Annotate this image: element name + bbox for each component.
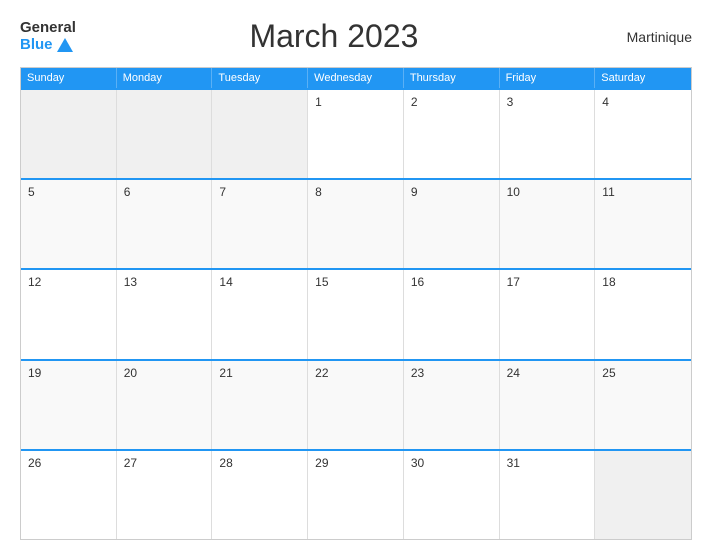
day-cell: 19	[21, 361, 117, 449]
location-label: Martinique	[592, 29, 692, 45]
day-header-saturday: Saturday	[595, 68, 691, 88]
week-row-3: 12 13 14 15 16 17 18	[21, 268, 691, 358]
day-header-friday: Friday	[500, 68, 596, 88]
week-row-1: 1 2 34	[21, 88, 691, 178]
day-number: 24	[507, 366, 588, 380]
day-cell	[21, 90, 117, 178]
day-number: 28	[219, 456, 300, 470]
week-row-2: 5 67 8 9 10 11	[21, 178, 691, 268]
day-cell: 1	[308, 90, 404, 178]
day-number: 22	[315, 366, 396, 380]
day-number: 21	[219, 366, 300, 380]
day-cell: 21	[212, 361, 308, 449]
day-number: 31	[507, 456, 588, 470]
calendar-grid: SundayMondayTuesdayWednesdayThursdayFrid…	[20, 67, 692, 540]
day-cell: 3	[500, 90, 596, 178]
day-cell: 9	[404, 180, 500, 268]
day-cell: 26	[21, 451, 117, 539]
day-cell: 11	[595, 180, 691, 268]
day-number: 19	[28, 366, 109, 380]
day-cell: 27	[117, 451, 213, 539]
day-cell: 14	[212, 270, 308, 358]
day-number: 14	[219, 275, 300, 289]
day-header-thursday: Thursday	[404, 68, 500, 88]
day-headers-row: SundayMondayTuesdayWednesdayThursdayFrid…	[21, 68, 691, 88]
day-cell: 12	[21, 270, 117, 358]
day-cell: 7	[212, 180, 308, 268]
day-number: 1	[315, 95, 396, 109]
day-cell: 17	[500, 270, 596, 358]
logo: General Blue	[20, 20, 76, 54]
day-number: 20	[124, 366, 205, 380]
day-cell: 23	[404, 361, 500, 449]
day-number: 17	[507, 275, 588, 289]
day-header-monday: Monday	[117, 68, 213, 88]
day-number: 3	[507, 95, 588, 109]
day-cell: 29	[308, 451, 404, 539]
day-number: 23	[411, 366, 492, 380]
calendar-page: General Blue March 2023 Martinique Sunda…	[0, 0, 712, 550]
day-cell: 4	[595, 90, 691, 178]
day-number: 8	[315, 185, 396, 199]
logo-general-text: General	[20, 20, 76, 37]
day-number: 18	[602, 275, 684, 289]
week-row-5: 26 27 28 29 30 31	[21, 449, 691, 539]
day-cell	[212, 90, 308, 178]
logo-blue-text: Blue	[20, 36, 53, 53]
day-cell: 5	[21, 180, 117, 268]
day-number: 7	[219, 185, 300, 199]
day-number: 16	[411, 275, 492, 289]
day-cell: 15	[308, 270, 404, 358]
day-cell: 24	[500, 361, 596, 449]
week-row-4: 19 20 21 22 23 24 25	[21, 359, 691, 449]
day-number: 4	[602, 95, 684, 109]
logo-blue-row: Blue	[20, 36, 73, 53]
day-header-wednesday: Wednesday	[308, 68, 404, 88]
day-cell: 28	[212, 451, 308, 539]
day-cell: 22	[308, 361, 404, 449]
day-number: 15	[315, 275, 396, 289]
day-cell: 30	[404, 451, 500, 539]
day-number: 5	[28, 185, 109, 199]
day-cell: 13	[117, 270, 213, 358]
day-cell: 25	[595, 361, 691, 449]
day-cell	[595, 451, 691, 539]
day-cell	[117, 90, 213, 178]
logo-triangle-icon	[57, 38, 73, 52]
day-number: 11	[602, 185, 684, 199]
day-number: 25	[602, 366, 684, 380]
day-number: 30	[411, 456, 492, 470]
day-number: 6	[124, 185, 205, 199]
day-number: 2	[411, 95, 492, 109]
day-cell: 16	[404, 270, 500, 358]
day-cell: 8	[308, 180, 404, 268]
day-number: 26	[28, 456, 109, 470]
day-number: 10	[507, 185, 588, 199]
calendar-title: March 2023	[76, 18, 592, 55]
day-header-sunday: Sunday	[21, 68, 117, 88]
day-number: 12	[28, 275, 109, 289]
day-cell: 6	[117, 180, 213, 268]
day-cell: 20	[117, 361, 213, 449]
day-number: 29	[315, 456, 396, 470]
header: General Blue March 2023 Martinique	[20, 18, 692, 55]
day-number: 9	[411, 185, 492, 199]
day-number: 27	[124, 456, 205, 470]
day-cell: 2	[404, 90, 500, 178]
day-cell: 18	[595, 270, 691, 358]
day-number: 13	[124, 275, 205, 289]
day-cell: 31	[500, 451, 596, 539]
day-header-tuesday: Tuesday	[212, 68, 308, 88]
day-cell: 10	[500, 180, 596, 268]
calendar-body: 1234567891011121314151617181920212223242…	[21, 88, 691, 539]
